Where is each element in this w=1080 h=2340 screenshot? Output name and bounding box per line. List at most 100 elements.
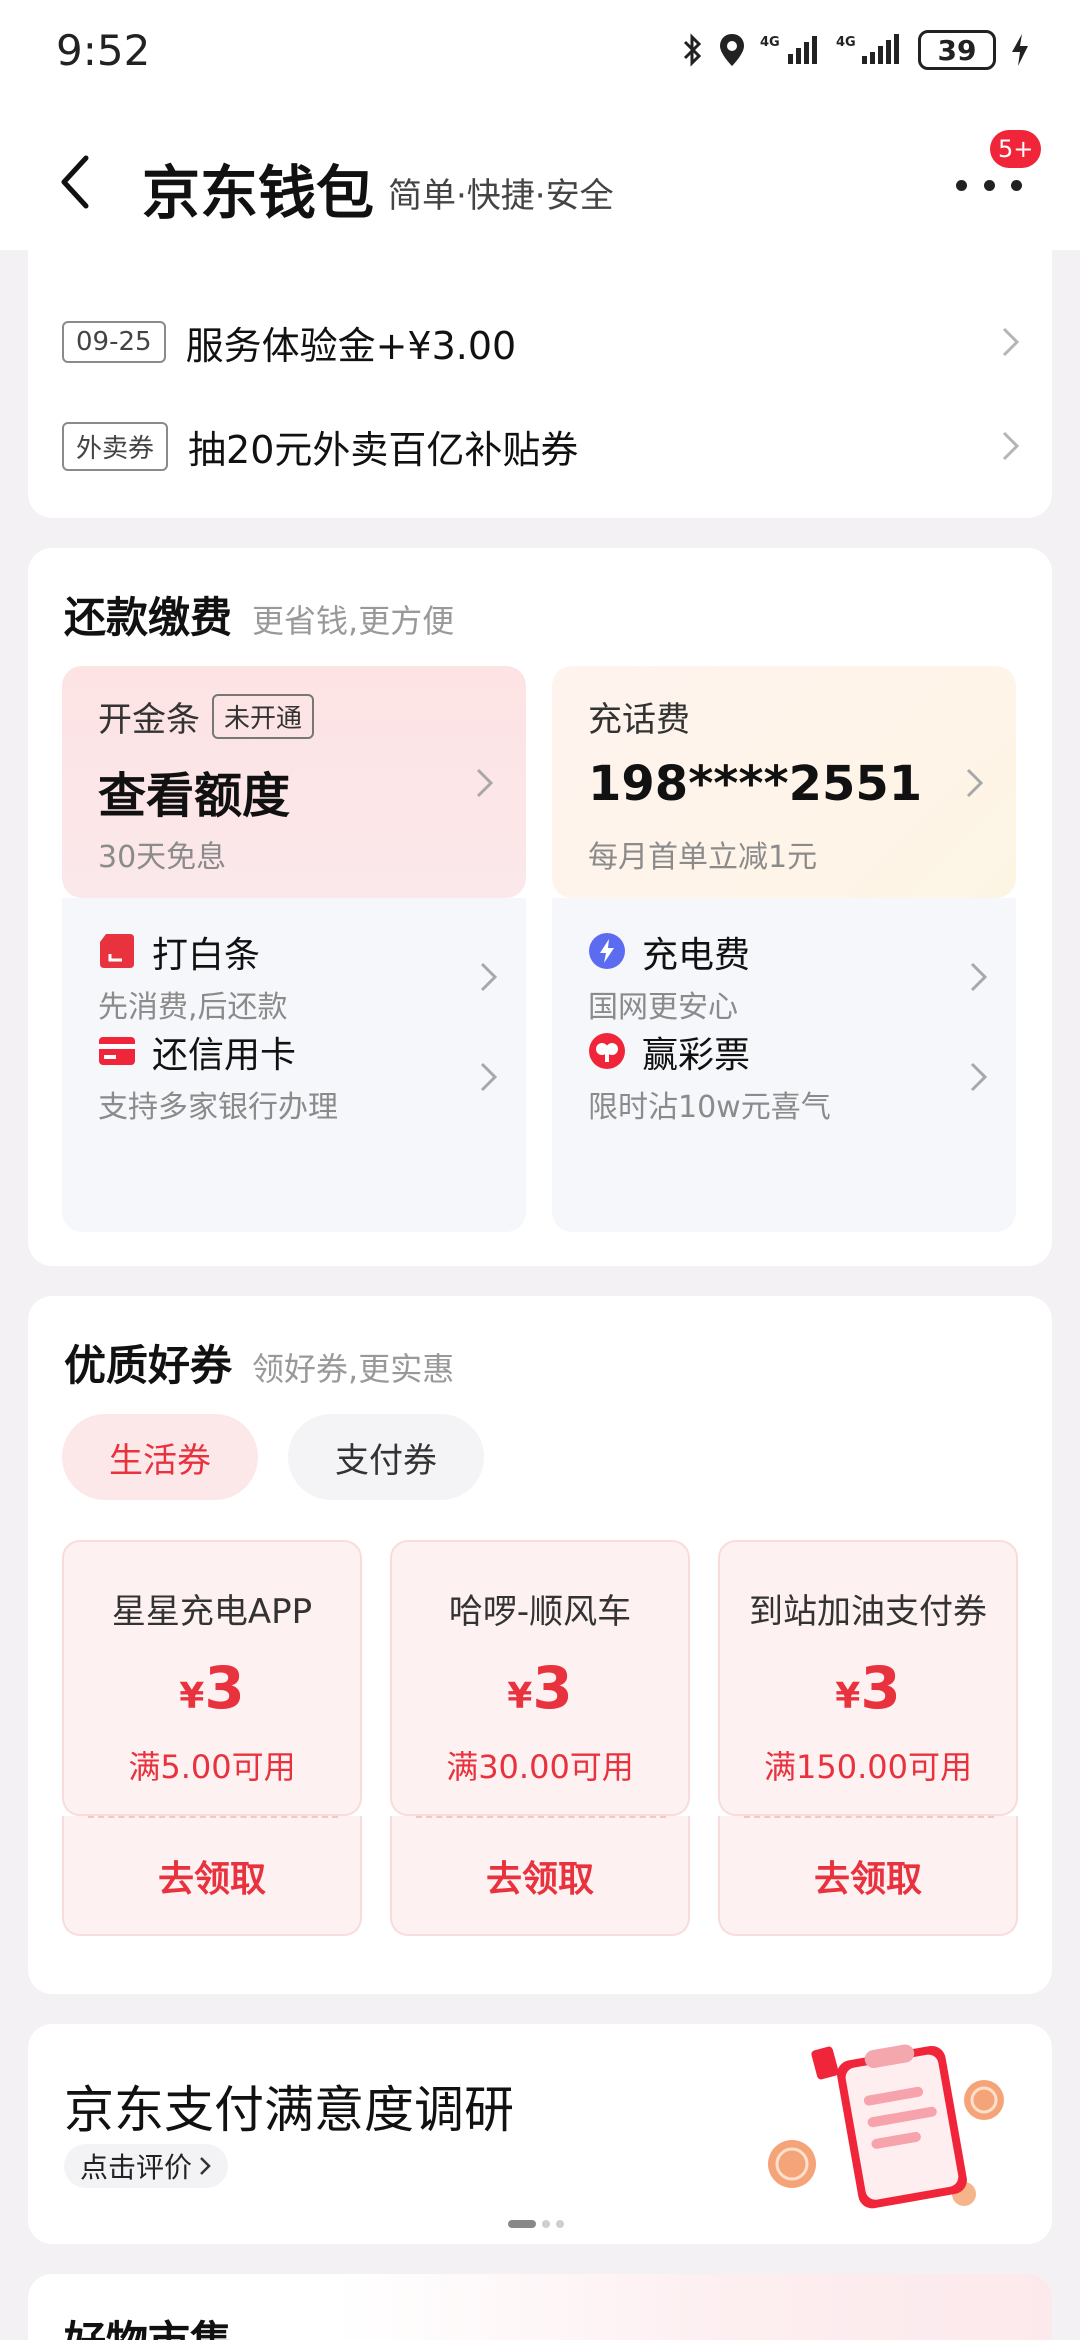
phone-number: 198****2551 — [588, 756, 923, 812]
jintiao-action: 查看额度 — [98, 768, 291, 824]
more-dot — [956, 179, 967, 191]
jintiao-desc: 30天免息 — [98, 840, 227, 875]
section-subtitle: 领好券,更实惠 — [252, 1350, 455, 1388]
coupon-item: 星星充电APP ¥3 满5.00可用 — [62, 1540, 362, 1816]
repay-section: 还款缴费 更省钱,更方便 开金条 未开通 查看额度 30天免息 充话费 198**… — [28, 548, 1052, 1266]
coupon-claim-button[interactable]: 去领取 — [62, 1816, 362, 1936]
app-header: 京东钱包 简单·快捷·安全 5+ — [0, 110, 1080, 250]
more-dot — [983, 179, 995, 191]
rate-button-label: 点击评价 — [80, 2151, 193, 2184]
tab-life-coupons[interactable]: 生活券 — [62, 1414, 258, 1500]
signal-4g-2-icon: 4G — [836, 34, 899, 64]
claim-label: 去领取 — [813, 1859, 922, 1900]
chevron-right-icon — [480, 962, 498, 992]
promo-date-tag: 09-25 — [62, 321, 166, 363]
coupon-condition: 满150.00可用 — [764, 1748, 972, 1786]
signal-4g-icon: 4G — [760, 35, 817, 64]
coupon-name: 到站加油支付券 — [749, 1592, 987, 1632]
service-credit-card[interactable]: 还信用卡 支持多家银行办理 — [98, 1026, 498, 1126]
jintiao-label-text: 开金条 — [98, 700, 200, 740]
lottery-icon — [589, 1033, 625, 1069]
section-subtitle: 更省钱,更方便 — [252, 602, 455, 640]
coupon-divider — [744, 1816, 994, 1818]
currency-symbol: ¥ — [507, 1676, 533, 1717]
currency-symbol: ¥ — [179, 1676, 205, 1717]
coupon-claim-button[interactable]: 去领取 — [390, 1816, 690, 1936]
chevron-right-icon — [970, 1062, 988, 1092]
status-tag: 未开通 — [212, 694, 315, 739]
section-title: 好物市集 — [64, 2308, 232, 2340]
coupon-divider — [88, 1816, 338, 1818]
phone-recharge-desc: 每月首单立减1元 — [588, 840, 818, 875]
coupon-claim-button[interactable]: 去领取 — [718, 1816, 1018, 1936]
carousel-dot — [556, 2220, 564, 2228]
page-subtitle: 简单·快捷·安全 — [388, 176, 614, 216]
promo-type-tag: 外卖券 — [62, 421, 169, 471]
promo-text: 服务体验金+¥3.00 — [185, 323, 517, 368]
page-title: 京东钱包 — [142, 159, 375, 227]
coupon-amount: ¥3 — [392, 1654, 688, 1722]
service-name: 充电费 — [642, 935, 751, 976]
status-time: 9:52 — [56, 26, 151, 75]
chevron-right-icon — [480, 1062, 498, 1092]
carousel-indicator — [508, 2220, 564, 2228]
battery-indicator: 39 — [918, 30, 996, 70]
promo-row[interactable]: 09-25 服务体验金+¥3.00 — [62, 302, 1022, 382]
service-desc: 支持多家银行办理 — [98, 1090, 338, 1125]
chevron-right-icon — [200, 2157, 211, 2175]
tab-payment-coupons[interactable]: 支付券 — [288, 1414, 484, 1500]
baitiao-icon — [100, 934, 134, 968]
coupon-value: 3 — [204, 1654, 245, 1722]
coupon-divider — [416, 1816, 666, 1818]
charging-icon — [1012, 34, 1028, 66]
coupon-amount: ¥3 — [720, 1654, 1016, 1722]
coupon-item: 哈啰-顺风车 ¥3 满30.00可用 — [390, 1540, 690, 1816]
service-desc: 先消费,后还款 — [98, 990, 288, 1025]
service-desc: 限时沾10w元喜气 — [588, 1090, 831, 1125]
clipboard-illustration-icon — [768, 2044, 1004, 2209]
back-arrow-icon[interactable] — [52, 152, 102, 212]
service-electricity[interactable]: 充电费 国网更安心 — [588, 926, 988, 1026]
market-section: 好物市集 — [28, 2274, 1052, 2340]
section-title: 优质好券 领好券,更实惠 — [64, 1332, 454, 1393]
coupon-amount: ¥3 — [64, 1654, 360, 1722]
location-icon — [720, 34, 744, 66]
currency-symbol: ¥ — [835, 1676, 861, 1717]
right-services: 充电费 国网更安心 赢彩票 限时沾10w元喜气 — [552, 898, 1016, 1232]
notification-badge: 5+ — [990, 130, 1042, 168]
claim-label: 去领取 — [485, 1859, 594, 1900]
svg-text:4G: 4G — [836, 35, 856, 50]
survey-banner[interactable]: 京东支付满意度调研 点击评价 — [28, 2024, 1052, 2244]
claim-label: 去领取 — [157, 1859, 266, 1900]
rate-button[interactable]: 点击评价 — [64, 2144, 229, 2188]
chevron-right-icon — [966, 768, 984, 798]
more-options-button[interactable] — [956, 170, 1022, 200]
service-baitiao[interactable]: 打白条 先消费,后还款 — [98, 926, 498, 1026]
section-title-text: 优质好券 — [64, 1341, 233, 1390]
phone-recharge-label: 充话费 — [588, 700, 690, 740]
section-title-text: 还款缴费 — [64, 593, 233, 642]
coupon-value: 3 — [532, 1654, 573, 1722]
status-icons: 4G 4G 39 — [682, 30, 1030, 70]
left-services: 打白条 先消费,后还款 还信用卡 支持多家银行办理 — [62, 898, 526, 1232]
jintiao-label: 开金条 未开通 — [98, 692, 315, 741]
coupon-name: 哈啰-顺风车 — [448, 1592, 632, 1632]
service-lottery[interactable]: 赢彩票 限时沾10w元喜气 — [588, 1026, 988, 1126]
coupon-condition: 满5.00可用 — [128, 1748, 296, 1786]
chevron-right-icon — [1002, 327, 1020, 357]
carousel-dot — [542, 2220, 550, 2228]
jintiao-tile[interactable]: 开金条 未开通 查看额度 30天免息 — [62, 666, 526, 898]
promo-row[interactable]: 外卖券 抽20元外卖百亿补贴券 — [62, 406, 1022, 486]
svg-text:4G: 4G — [760, 35, 780, 50]
carousel-dot-active — [508, 2220, 536, 2228]
lightning-icon — [589, 933, 625, 969]
chevron-right-icon — [1002, 431, 1020, 461]
survey-title: 京东支付满意度调研 — [64, 2081, 514, 2139]
coupon-condition: 满30.00可用 — [446, 1748, 634, 1786]
phone-recharge-tile[interactable]: 充话费 198****2551 每月首单立减1元 — [552, 666, 1016, 898]
coupon-name: 星星充电APP — [111, 1592, 313, 1632]
chevron-right-icon — [476, 768, 494, 798]
service-name: 打白条 — [152, 935, 261, 976]
bluetooth-icon — [683, 33, 702, 67]
promo-text: 抽20元外卖百亿补贴券 — [188, 427, 579, 472]
